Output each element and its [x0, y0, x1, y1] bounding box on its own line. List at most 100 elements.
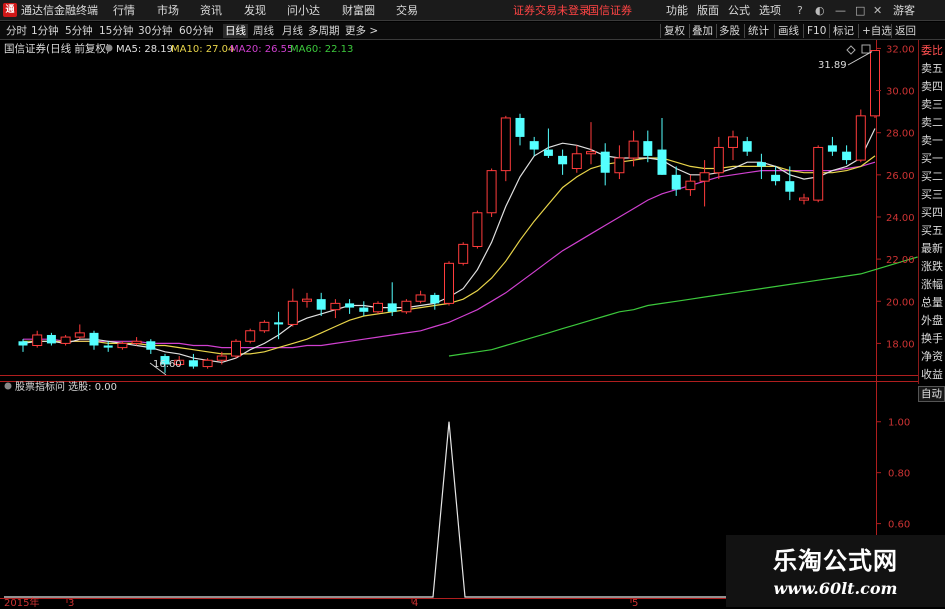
candle: [742, 136, 752, 156]
menu-ask-xiaoda[interactable]: 问小达: [287, 4, 320, 17]
period-30min[interactable]: 30分钟: [138, 24, 172, 38]
candle-body: [302, 298, 312, 302]
candle-body: [287, 300, 298, 325]
menu-formula[interactable]: 公式: [728, 4, 750, 17]
draw-line-button[interactable]: 画线: [778, 24, 799, 38]
panel-expand-icon: [861, 44, 871, 54]
overlay-button[interactable]: 叠加: [692, 24, 713, 38]
candle: [89, 330, 99, 350]
period-60min[interactable]: 60分钟: [179, 24, 213, 38]
candle-body: [628, 140, 639, 159]
help-icon[interactable]: ?: [797, 4, 803, 17]
candle-body: [515, 117, 525, 137]
chart-frame: [0, 40, 918, 600]
f10-button[interactable]: F10: [807, 24, 826, 38]
menu-trade[interactable]: 交易: [396, 4, 418, 17]
candle: [771, 166, 781, 186]
menu-news[interactable]: 资讯: [200, 4, 222, 17]
candle-body: [274, 322, 284, 325]
side-label-sell5: 卖五: [921, 62, 943, 75]
candle: [245, 328, 256, 344]
menu-discover[interactable]: 发现: [244, 4, 266, 17]
restore-rights-button[interactable]: 复权: [664, 24, 685, 38]
skin-icon[interactable]: ◐: [815, 4, 825, 17]
period-5min[interactable]: 5分钟: [65, 24, 93, 38]
period-multi[interactable]: 多周期: [308, 24, 340, 38]
menu-function[interactable]: 功能: [666, 4, 688, 17]
axis-ticks: 32.00 30.00 28.00 26.00 24.00 22.00 20.00 18.00…: [66, 44, 918, 603]
side-label-volume: 总量: [921, 296, 943, 309]
candle-body: [74, 332, 85, 338]
price-tick-label: 32.00: [886, 44, 915, 55]
candle-body: [345, 303, 355, 308]
candle-body: [813, 146, 824, 201]
period-daily[interactable]: 日线: [223, 24, 248, 38]
menu-layout[interactable]: 版面: [697, 4, 719, 17]
candle: [813, 145, 824, 203]
minimize-icon[interactable]: —: [835, 4, 846, 17]
menu-market[interactable]: 市场: [157, 4, 179, 17]
menu-options[interactable]: 选项: [759, 4, 781, 17]
period-15min[interactable]: 15分钟: [99, 24, 133, 38]
candle-body: [558, 155, 568, 165]
period-monthly[interactable]: 月线: [282, 24, 303, 38]
menu-quotes[interactable]: 行情: [113, 4, 135, 17]
period-more[interactable]: 更多 >: [345, 24, 378, 38]
side-label-latest: 最新: [921, 242, 943, 255]
price-tick-label: 30.00: [886, 87, 915, 98]
kline-chart[interactable]: 32.00 30.00 28.00 26.00 24.00 22.00 20.00 18.00…: [0, 40, 945, 609]
indicator-toggle-icon: [4, 382, 12, 390]
add-favorite-button[interactable]: +自选: [862, 24, 892, 38]
candle: [728, 130, 738, 161]
candle-body: [614, 157, 625, 174]
statistics-button[interactable]: 统计: [748, 24, 769, 38]
candle: [799, 193, 809, 205]
candle: [500, 115, 511, 182]
back-button[interactable]: 返回: [895, 24, 916, 38]
guest-label[interactable]: 游客: [893, 4, 915, 17]
candle-body: [742, 141, 752, 152]
price-tick-label: 26.00: [886, 171, 915, 182]
candle: [330, 299, 341, 319]
broker-name[interactable]: 国信证券: [588, 4, 632, 17]
ma60-label: MA60: 22.13: [290, 44, 353, 55]
candle-body: [671, 174, 681, 190]
candle-body: [32, 334, 43, 347]
candle: [870, 50, 880, 118]
maximize-icon[interactable]: □: [855, 4, 865, 17]
ma60-line: [448, 256, 918, 357]
candle: [472, 210, 483, 249]
mark-button[interactable]: 标记: [833, 24, 854, 38]
period-weekly[interactable]: 周线: [253, 24, 274, 38]
quote-side-panel: 委比 卖五 卖四 卖三 卖二 卖一 买一 买二 买三 买四 买五 最新 涨跌 涨…: [918, 40, 945, 384]
candle-body: [231, 340, 241, 357]
period-1min[interactable]: 1分钟: [31, 24, 59, 38]
auto-button[interactable]: 自动: [918, 386, 945, 402]
ma10-label: MA10: 27.04: [171, 44, 234, 55]
candle-body: [458, 243, 469, 264]
candle: [46, 332, 56, 346]
side-label-sell2: 卖二: [921, 116, 943, 129]
menu-wealth-circle[interactable]: 财富圈: [342, 4, 375, 17]
period-intraday[interactable]: 分时: [6, 24, 27, 38]
candle: [188, 353, 198, 369]
trade-login-notice[interactable]: 证券交易未登录: [513, 4, 590, 17]
indicator-tick-label: 0.60: [888, 520, 910, 531]
candle: [430, 292, 440, 310]
candle: [274, 311, 284, 340]
candle: [614, 145, 625, 180]
candle: [529, 136, 539, 156]
candle-body: [359, 307, 369, 312]
close-icon[interactable]: ✕: [873, 4, 882, 17]
candle-body: [330, 302, 341, 311]
candle-body: [60, 336, 71, 344]
candle: [699, 160, 710, 207]
stock-title: 国信证券(日线 前复权): [4, 42, 110, 55]
candle: [657, 117, 667, 175]
candle: [74, 324, 85, 340]
candle: [713, 136, 724, 180]
candle-body: [799, 197, 809, 201]
multi-stock-button[interactable]: 多股: [719, 24, 740, 38]
date-label-2015: 2015年: [4, 596, 39, 609]
candle: [558, 149, 568, 175]
